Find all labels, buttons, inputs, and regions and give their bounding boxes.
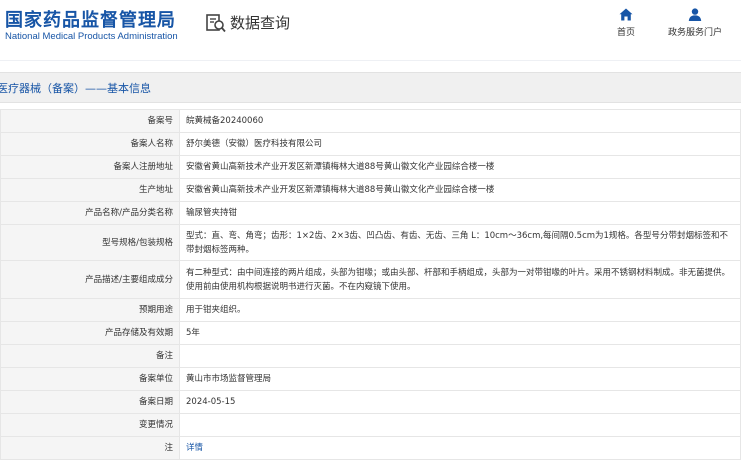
row-label: 备案号 [0, 109, 180, 133]
row-value [179, 344, 741, 368]
row-value: 5年 [179, 321, 741, 345]
nav-home[interactable]: 首页 [617, 8, 635, 38]
table-row: 预期用途 用于钳夹组织。 [0, 298, 741, 322]
table-row: 备案号 皖黄械备20240060 [0, 109, 741, 133]
table-row: 生产地址 安徽省黄山高新技术产业开发区新潭镇梅林大道88号黄山徽文化产业园综合楼… [0, 178, 741, 202]
home-icon [619, 8, 633, 21]
row-value: 皖黄械备20240060 [179, 109, 741, 133]
table-row: 注 详情 [0, 436, 741, 460]
row-label: 产品名称/产品分类名称 [0, 201, 180, 225]
table-row: 产品名称/产品分类名称 输尿管夹持钳 [0, 201, 741, 225]
site-logo-title[interactable]: 国家药品监督管理局 [5, 6, 176, 32]
data-search-icon [206, 13, 226, 32]
row-value: 用于钳夹组织。 [179, 298, 741, 322]
nav-home-label: 首页 [617, 28, 636, 38]
row-label: 备案人名称 [0, 132, 180, 156]
row-label: 备案单位 [0, 367, 180, 391]
row-label: 注 [0, 436, 180, 460]
row-label: 产品存储及有效期 [0, 321, 180, 345]
section-title: 医疗器械（备案）——基本信息 [0, 81, 151, 95]
row-label: 备案人注册地址 [0, 155, 180, 179]
table-row: 型号规格/包装规格 型式：直、弯、角弯；齿形：1×2齿、2×3齿、凹凸齿、有齿、… [0, 224, 741, 261]
nav-service-portal[interactable]: 政务服务门户 [668, 8, 722, 38]
row-value: 安徽省黄山高新技术产业开发区新潭镇梅林大道88号黄山徽文化产业园综合楼一楼 [179, 155, 741, 179]
section-title-bar: 医疗器械（备案）——基本信息 [0, 72, 741, 103]
row-value: 舒尔美德（安徽）医疗科技有限公司 [179, 132, 741, 156]
table-row: 备注 [0, 344, 741, 368]
row-value: 型式：直、弯、角弯；齿形：1×2齿、2×3齿、凹凸齿、有齿、无齿、三角 L：10… [179, 224, 741, 261]
table-row: 备案单位 黄山市市场监督管理局 [0, 367, 741, 391]
row-value: 输尿管夹持钳 [179, 201, 741, 225]
row-value: 有二种型式：由中间连接的两片组成，头部为钳喙；或由头部、杆部和手柄组成，头部为一… [179, 260, 741, 299]
row-value: 2024-05-15 [179, 390, 741, 414]
site-header: 国家药品监督管理局 National Medical Products Admi… [0, 0, 741, 60]
row-label: 产品描述/主要组成成分 [0, 260, 180, 299]
table-row: 备案人注册地址 安徽省黄山高新技术产业开发区新潭镇梅林大道88号黄山徽文化产业园… [0, 155, 741, 179]
table-row: 备案日期 2024-05-15 [0, 390, 741, 414]
row-value: 详情 [179, 436, 741, 460]
row-label: 型号规格/包装规格 [0, 224, 180, 261]
record-detail-table: 备案号 皖黄械备20240060 备案人名称 舒尔美德（安徽）医疗科技有限公司 … [0, 109, 741, 460]
row-value: 黄山市市场监督管理局 [179, 367, 741, 391]
row-label: 变更情况 [0, 413, 180, 437]
row-value: 安徽省黄山高新技术产业开发区新潭镇梅林大道88号黄山徽文化产业园综合楼一楼 [179, 178, 741, 202]
table-row: 变更情况 [0, 413, 741, 437]
row-label: 备注 [0, 344, 180, 368]
data-query-title: 数据查询 [230, 14, 291, 32]
row-label: 预期用途 [0, 298, 180, 322]
table-row: 产品描述/主要组成成分 有二种型式：由中间连接的两片组成，头部为钳喙；或由头部、… [0, 260, 741, 299]
row-value [179, 413, 741, 437]
row-label: 生产地址 [0, 178, 180, 202]
data-query-heading: 数据查询 [205, 12, 290, 33]
detail-link[interactable]: 详情 [186, 443, 203, 453]
user-icon [688, 8, 702, 21]
row-label: 备案日期 [0, 390, 180, 414]
site-logo-subtitle: National Medical Products Administration [5, 31, 178, 42]
table-row: 备案人名称 舒尔美德（安徽）医疗科技有限公司 [0, 132, 741, 156]
nav-service-portal-label: 政务服务门户 [668, 28, 723, 38]
table-row: 产品存储及有效期 5年 [0, 321, 741, 345]
